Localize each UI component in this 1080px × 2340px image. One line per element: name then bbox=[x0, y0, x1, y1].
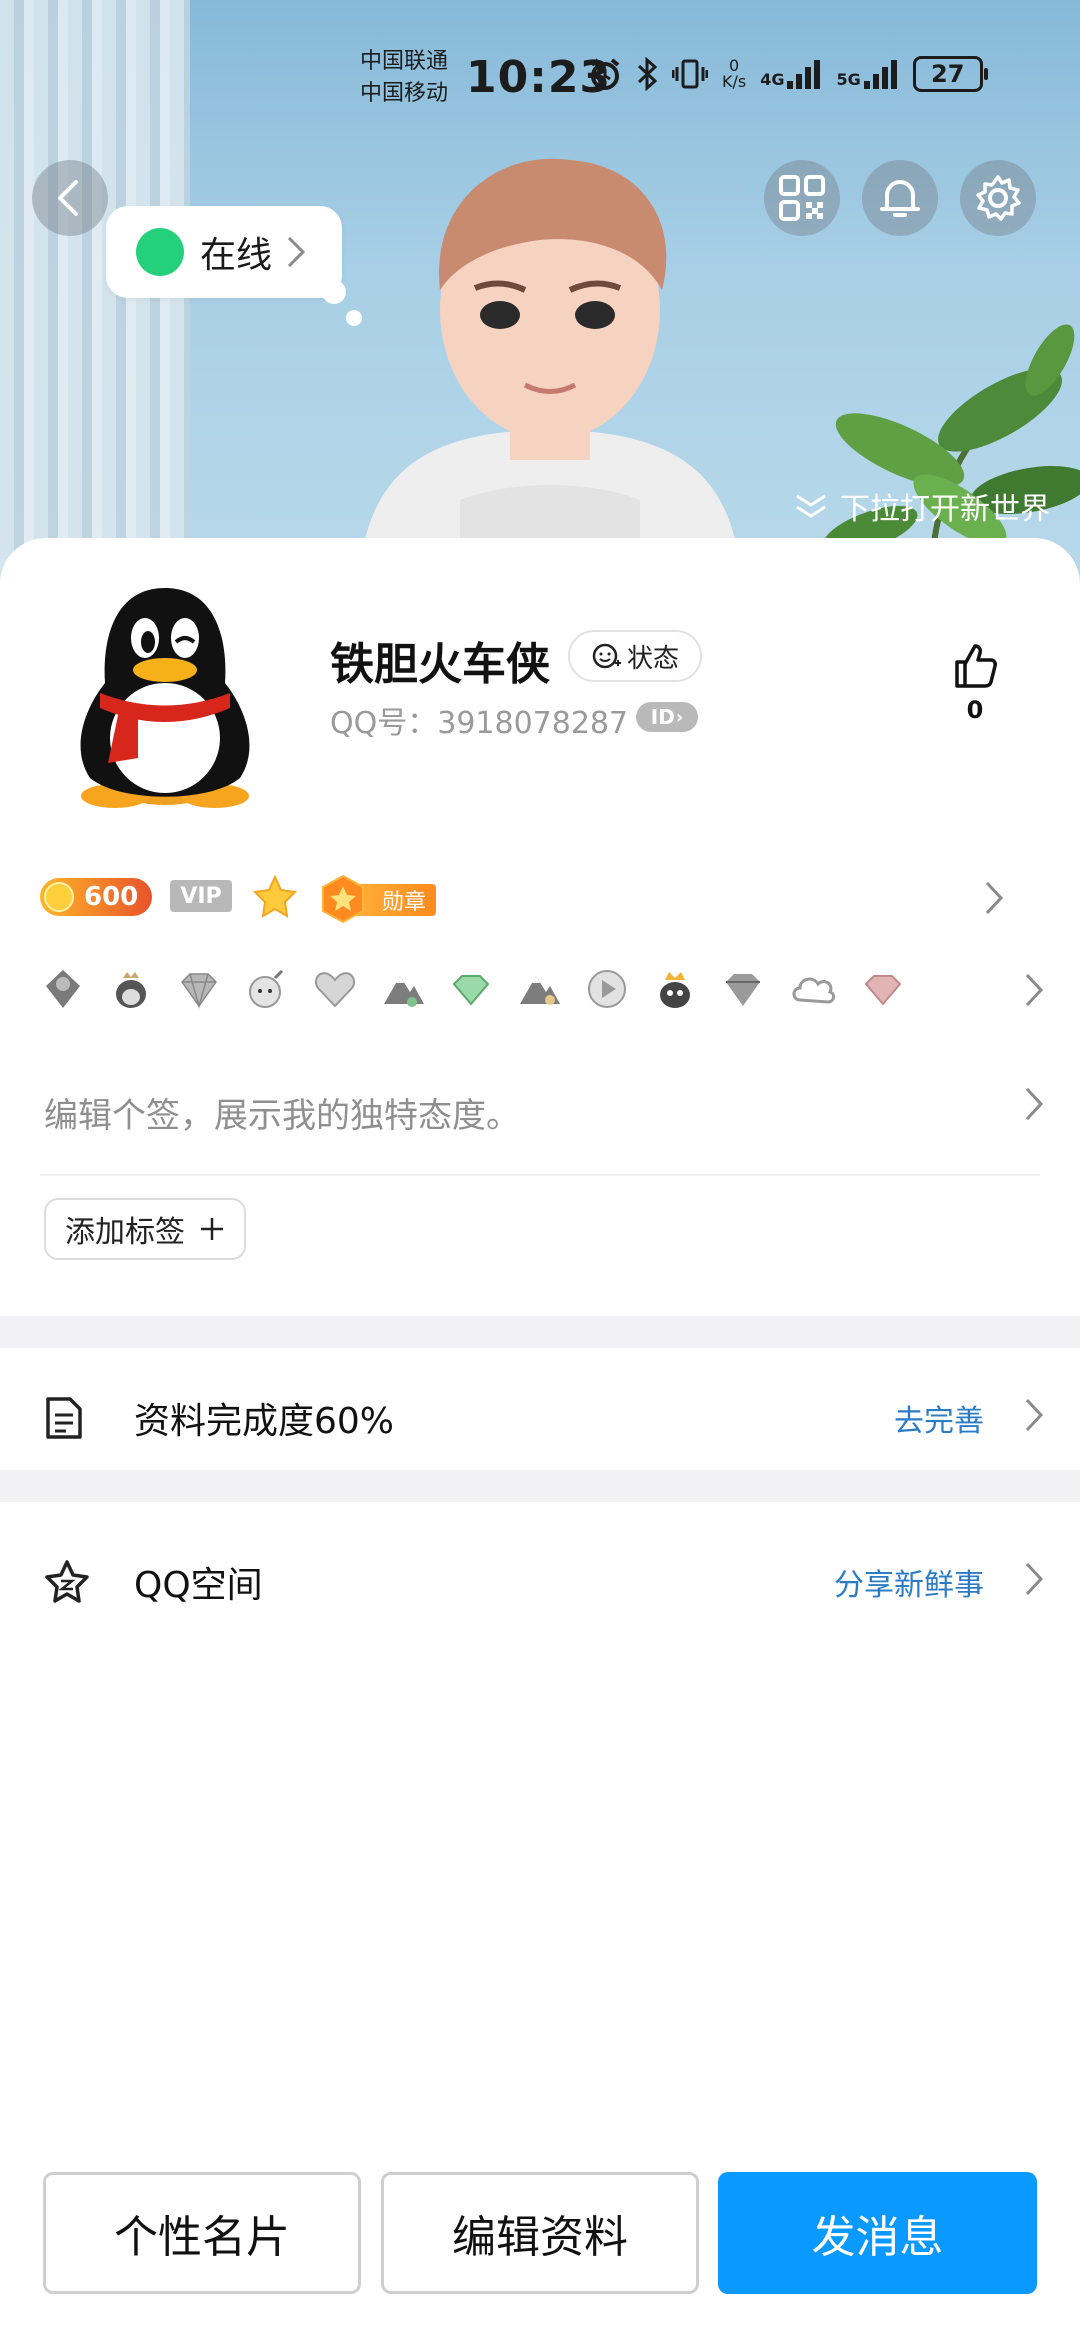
settings-button[interactable] bbox=[960, 160, 1036, 236]
signature-placeholder[interactable]: 编辑个签，展示我的独特态度。 bbox=[44, 1088, 520, 1137]
like-count: 0 bbox=[966, 696, 984, 724]
status-icons: 0 K/s 4G 5G 27 bbox=[588, 56, 988, 92]
thumbs-up-icon bbox=[955, 644, 997, 688]
smile-plus-icon bbox=[592, 643, 621, 669]
battery-indicator: 27 bbox=[912, 56, 988, 92]
signal-bars-icon bbox=[787, 60, 821, 89]
section-separator bbox=[0, 1316, 1080, 1348]
complete-profile-link[interactable]: 去完善 bbox=[894, 1396, 984, 1440]
add-tag-button[interactable]: 添加标签 bbox=[44, 1198, 246, 1260]
online-dot bbox=[136, 228, 184, 276]
notifications-button[interactable] bbox=[862, 160, 938, 236]
diamond-icon bbox=[181, 973, 217, 1009]
carrier-2: 中国移动 bbox=[360, 81, 449, 106]
qzone-star-icon bbox=[45, 1560, 89, 1603]
signal-bars-icon bbox=[863, 60, 897, 89]
chevron-right-icon bbox=[1025, 1398, 1044, 1432]
send-message-button[interactable]: 发消息 bbox=[718, 2172, 1037, 2294]
status-chip-label: 状态 bbox=[626, 643, 679, 674]
mountain-icon bbox=[520, 976, 560, 1005]
cloud-icon bbox=[792, 977, 836, 1004]
carrier-1: 中国联通 bbox=[360, 49, 449, 74]
pink-diamond-icon bbox=[864, 975, 902, 1006]
profile-completion-label: 资料完成度60% bbox=[134, 1401, 395, 1442]
3d-avatar-illustration bbox=[360, 158, 740, 570]
chevron-right-icon bbox=[985, 881, 1004, 915]
gear-icon bbox=[976, 175, 1021, 221]
vibrate-icon bbox=[672, 59, 708, 89]
avatar[interactable] bbox=[60, 578, 270, 808]
like-button[interactable]: 0 bbox=[950, 642, 1000, 724]
back-icon bbox=[58, 180, 78, 216]
bluetooth-icon bbox=[637, 57, 658, 91]
medal-badge[interactable]: 勋章 bbox=[320, 874, 436, 924]
alarm-icon bbox=[590, 58, 620, 90]
plus-icon bbox=[201, 1218, 223, 1240]
id-badge-arrow: › bbox=[675, 706, 684, 728]
service-icons-row[interactable] bbox=[40, 966, 906, 1012]
online-status-selector[interactable]: 在线 bbox=[106, 206, 342, 298]
medal-icon bbox=[322, 874, 364, 924]
bomb-face-icon bbox=[249, 969, 284, 1008]
penguin-crown-icon bbox=[116, 972, 146, 1008]
qr-code-button[interactable] bbox=[764, 160, 840, 236]
chevron-right-icon bbox=[1025, 1562, 1044, 1596]
star-icon[interactable] bbox=[252, 874, 298, 920]
divider bbox=[40, 1174, 1040, 1176]
penguin-diamond-icon bbox=[46, 970, 80, 1008]
id-badge-label: ID bbox=[650, 705, 675, 729]
edit-profile-button[interactable]: 编辑资料 bbox=[381, 2172, 699, 2294]
qq-number[interactable]: QQ号：3918078287 bbox=[330, 698, 628, 742]
mountain-icon bbox=[384, 976, 424, 1007]
pull-down-hint[interactable]: 下拉打开新世界 bbox=[794, 484, 1050, 528]
signal-1: 4G bbox=[760, 59, 822, 89]
chevron-right-icon[interactable] bbox=[1024, 972, 1044, 1008]
play-icon bbox=[588, 970, 626, 1008]
badges-row[interactable]: 600 VIP 勋章 bbox=[40, 868, 1040, 938]
qzone-row[interactable]: QQ空间 分享新鲜事 bbox=[0, 1527, 1080, 1637]
vip-badge[interactable]: VIP bbox=[170, 880, 232, 912]
profile-card: 铁胆火车侠 状态 QQ号：3918078287 ID › 0 600 VIP 勋… bbox=[0, 538, 1080, 2340]
section-separator bbox=[0, 1470, 1080, 1502]
document-icon bbox=[46, 1397, 82, 1439]
gem-icon bbox=[726, 974, 760, 1006]
network-type-2: 5G bbox=[836, 70, 861, 89]
network-type-1: 4G bbox=[760, 70, 785, 89]
profile-cover[interactable]: 中国联通 中国移动 10:23 0 K/s 4G 5G 27 在线 下拉打开新世… bbox=[0, 0, 1080, 600]
heart-icon bbox=[314, 972, 356, 1008]
carrier-names: 中国联通 中国移动 bbox=[360, 46, 448, 110]
double-chevron-down-icon bbox=[796, 494, 826, 518]
bell-icon bbox=[880, 180, 920, 217]
signal-2: 5G bbox=[836, 59, 898, 89]
profile-completion-row[interactable]: 资料完成度60% 去完善 bbox=[0, 1363, 1080, 1473]
add-tag-label: 添加标签 bbox=[65, 1215, 185, 1250]
online-status-label: 在线 bbox=[200, 235, 273, 276]
level-coin-icon bbox=[44, 882, 74, 912]
level-badge[interactable]: 600 bbox=[40, 878, 152, 916]
personal-card-button[interactable]: 个性名片 bbox=[43, 2172, 361, 2294]
bubble-tail bbox=[322, 280, 346, 304]
qzone-label: QQ空间 bbox=[134, 1565, 263, 1606]
green-gem-icon bbox=[452, 975, 490, 1006]
network-speed: 0 K/s bbox=[722, 58, 746, 90]
qr-code-icon bbox=[779, 175, 825, 221]
bubble-tail bbox=[346, 310, 362, 326]
nickname: 铁胆火车侠 bbox=[330, 639, 550, 690]
system-status-bar: 中国联通 中国移动 10:23 0 K/s 4G 5G 27 bbox=[0, 0, 1080, 150]
bottom-action-bar: 个性名片 编辑资料 发消息 bbox=[0, 2172, 1080, 2294]
chevron-right-icon[interactable] bbox=[1024, 1086, 1044, 1122]
chevron-right-icon bbox=[287, 236, 306, 268]
penguin-king-icon bbox=[660, 972, 690, 1008]
set-status-button[interactable]: 状态 bbox=[568, 630, 702, 682]
level-value: 600 bbox=[84, 882, 139, 912]
pull-down-hint-text: 下拉打开新世界 bbox=[840, 492, 1050, 527]
back-button[interactable] bbox=[32, 160, 108, 236]
network-speed-unit: K/s bbox=[722, 72, 747, 91]
id-badge[interactable]: ID › bbox=[636, 702, 698, 732]
share-news-link[interactable]: 分享新鲜事 bbox=[834, 1560, 984, 1604]
